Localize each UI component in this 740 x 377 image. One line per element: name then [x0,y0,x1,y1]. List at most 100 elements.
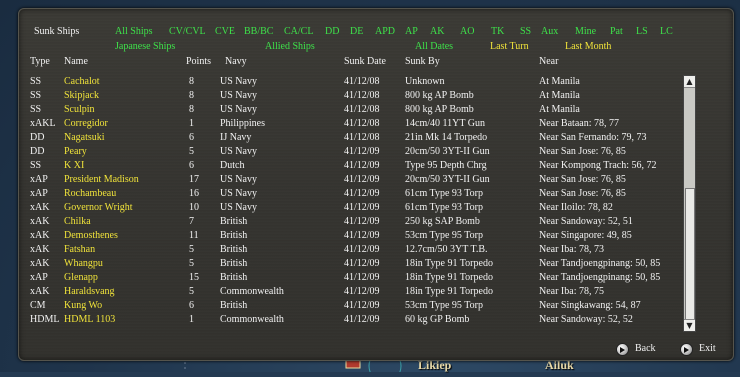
filter-aux[interactable]: Aux [541,26,558,38]
filter-bb-bc[interactable]: BB/BC [244,26,273,38]
cell-points: 16 [189,188,199,199]
table-row[interactable]: xAP Glenapp 15 British 41/12/09 18in Typ… [19,272,699,285]
cell-sunk-date: 41/12/09 [344,272,380,283]
cell-near: Near Singkawang: 54, 87 [539,300,641,311]
filter-ss[interactable]: SS [520,26,531,38]
cell-name[interactable]: Demosthenes [64,230,118,242]
cell-name[interactable]: Cachalot [64,76,100,88]
cell-name[interactable]: K XI [64,160,84,172]
table-row[interactable]: SS Skipjack 8 US Navy 41/12/08 800 kg AP… [19,90,699,103]
filter-last-month[interactable]: Last Month [565,41,611,53]
cell-points: 8 [189,90,194,101]
cell-near: Near San Jose: 76, 85 [539,146,626,157]
cell-name[interactable]: Fatshan [64,244,95,256]
filter-cve[interactable]: CVE [215,26,235,38]
filter-allied-ships[interactable]: Allied Ships [265,41,315,53]
cell-name[interactable]: Corregidor [64,118,108,130]
cell-sunk-by: 53cm Type 95 Torp [405,230,483,241]
cell-name[interactable]: HDML 1103 [64,314,115,326]
filter-ao[interactable]: AO [460,26,474,38]
col-header-points[interactable]: Points [186,56,211,68]
list-scrollbar[interactable]: ▲ ▼ [683,75,696,332]
filter-tk[interactable]: TK [491,26,504,38]
col-header-sunk-by[interactable]: Sunk By [405,56,440,68]
cell-type: xAKL [30,118,56,129]
cell-name[interactable]: President Madison [64,174,139,186]
col-header-type[interactable]: Type [30,56,50,68]
cell-name[interactable]: Governor Wright [64,202,133,214]
cell-navy: US Navy [220,90,257,101]
filter-all-dates[interactable]: All Dates [415,41,453,53]
filter-all-ships[interactable]: All Ships [115,26,153,38]
table-row[interactable]: xAK Governor Wright 10 US Navy 41/12/09 … [19,202,699,215]
cell-points: 11 [189,230,199,241]
sunk-ships-window: Sunk Ships All Ships CV/CVL CVE BB/BC CA… [18,8,734,361]
cell-type: SS [30,76,42,87]
cell-name[interactable]: Haraldsvang [64,286,115,298]
table-row[interactable]: DD Nagatsuki 6 IJ Navy 41/12/08 21in Mk … [19,132,699,145]
col-header-near[interactable]: Near [539,56,558,68]
table-row[interactable]: xAK Haraldsvang 5 Commonwealth 41/12/09 … [19,286,699,299]
cell-sunk-by: 800 kg AP Bomb [405,90,474,101]
table-row[interactable]: xAK Demosthenes 11 British 41/12/09 53cm… [19,230,699,243]
filter-lc[interactable]: LC [660,26,673,38]
filter-ap[interactable]: AP [405,26,418,38]
filter-ls[interactable]: LS [636,26,648,38]
cell-name[interactable]: Kung Wo [64,300,102,312]
cell-name[interactable]: Glenapp [64,272,98,284]
cell-near: Near Sandoway: 52, 51 [539,216,633,227]
table-row[interactable]: xAP Rochambeau 16 US Navy 41/12/09 61cm … [19,188,699,201]
table-row[interactable]: xAK Whangpu 5 British 41/12/09 18in Type… [19,258,699,271]
cell-navy: British [220,272,248,283]
table-row[interactable]: DD Peary 5 US Navy 41/12/09 20cm/50 3YT-… [19,146,699,159]
table-row[interactable]: xAKL Corregidor 1 Philippines 41/12/08 1… [19,118,699,131]
cell-sunk-by: 20cm/50 3YT-II Gun [405,174,490,185]
filter-ak[interactable]: AK [430,26,444,38]
table-row[interactable]: SS Sculpin 8 US Navy 41/12/08 800 kg AP … [19,104,699,117]
cell-name[interactable]: Whangpu [64,258,103,270]
scroll-up-icon[interactable]: ▲ [684,76,695,88]
scroll-thumb[interactable] [685,188,695,321]
filter-cv-cvl[interactable]: CV/CVL [169,26,206,38]
cell-type: HDML [30,314,60,325]
cell-name[interactable]: Peary [64,146,87,158]
table-row[interactable]: xAK Fatshan 5 British 41/12/09 12.7cm/50… [19,244,699,257]
cell-name[interactable]: Chilka [64,216,91,228]
filter-ca-cl[interactable]: CA/CL [284,26,313,38]
cell-near: Near Kompong Trach: 56, 72 [539,160,657,171]
cell-points: 6 [189,300,194,311]
cell-near: Near Singapore: 49, 85 [539,230,632,241]
table-row[interactable]: xAK Chilka 7 British 41/12/09 250 kg SAP… [19,216,699,229]
table-row[interactable]: xAP President Madison 17 US Navy 41/12/0… [19,174,699,187]
filter-apd[interactable]: APD [375,26,395,38]
filter-last-turn[interactable]: Last Turn [490,41,529,53]
table-row[interactable]: CM Kung Wo 6 British 41/12/09 53cm Type … [19,300,699,313]
filter-de[interactable]: DE [350,26,363,38]
table-row[interactable]: SS K XI 6 Dutch 41/12/09 Type 95 Depth C… [19,160,699,173]
cell-points: 6 [189,160,194,171]
window-title: Sunk Ships [34,26,80,37]
scroll-down-icon[interactable]: ▼ [684,319,695,331]
cell-navy: British [220,244,248,255]
cell-name[interactable]: Skipjack [64,90,99,102]
cell-sunk-date: 41/12/08 [344,90,380,101]
cell-points: 5 [189,286,194,297]
cell-name[interactable]: Nagatsuki [64,132,105,144]
filter-dd[interactable]: DD [325,26,339,38]
round-arrow-icon [616,343,629,356]
col-header-sunk-date[interactable]: Sunk Date [344,56,386,68]
filter-mine[interactable]: Mine [575,26,596,38]
cell-name[interactable]: Rochambeau [64,188,116,200]
table-row[interactable]: HDML HDML 1103 1 Commonwealth 41/12/09 6… [19,314,699,327]
cell-sunk-by: 61cm Type 93 Torp [405,188,483,199]
cell-sunk-date: 41/12/09 [344,244,380,255]
filter-pat[interactable]: Pat [610,26,623,38]
cell-sunk-by: 20cm/50 3YT-II Gun [405,146,490,157]
col-header-name[interactable]: Name [64,56,88,68]
cell-near: Near San Fernando: 79, 73 [539,132,647,143]
cell-name[interactable]: Sculpin [64,104,95,116]
filter-japanese-ships[interactable]: Japanese Ships [115,41,175,53]
cell-navy: Commonwealth [220,286,284,297]
col-header-navy[interactable]: Navy [225,56,247,68]
table-row[interactable]: SS Cachalot 8 US Navy 41/12/08 Unknown A… [19,76,699,89]
